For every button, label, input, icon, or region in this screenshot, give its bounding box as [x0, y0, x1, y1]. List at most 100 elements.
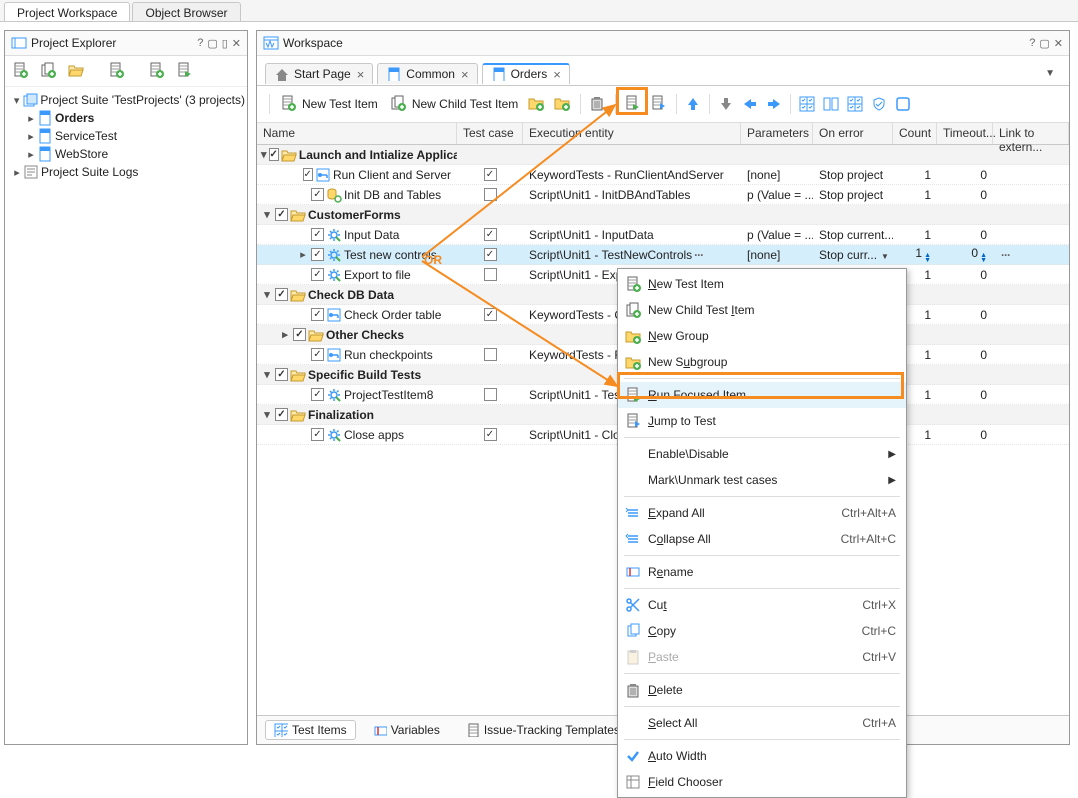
outdent-button[interactable]: [738, 93, 762, 115]
ws-close-button[interactable]: ✕: [1054, 37, 1063, 50]
count-cell[interactable]: 1: [893, 188, 937, 202]
expand-icon[interactable]: ▾: [261, 148, 267, 161]
cm-expand-all[interactable]: Expand AllCtrl+Alt+A: [618, 500, 906, 526]
col-exec[interactable]: Execution entity: [523, 123, 741, 144]
checkbox[interactable]: [275, 288, 288, 301]
help-button[interactable]: ?: [197, 37, 203, 49]
tab-start-page[interactable]: Start Page×: [265, 63, 373, 84]
checkbox[interactable]: [275, 368, 288, 381]
checkbox[interactable]: [311, 308, 324, 321]
err-cell[interactable]: Stop project: [813, 168, 893, 182]
move-up-button[interactable]: [681, 93, 705, 115]
cm-enable-disable[interactable]: Enable\Disable▶: [618, 441, 906, 467]
tree-webstore[interactable]: ▸WebStore: [7, 145, 245, 163]
exec-cell[interactable]: KeywordTests - RunClientAndServer: [523, 168, 741, 182]
count-cell[interactable]: 1: [893, 168, 937, 182]
new-item-button[interactable]: [145, 60, 169, 82]
exec-cell[interactable]: Script\Unit1 - InputData: [523, 228, 741, 242]
checkbox[interactable]: [311, 188, 324, 201]
timeout-cell[interactable]: 0: [937, 188, 993, 202]
run-page-button[interactable]: [173, 60, 197, 82]
expand-icon[interactable]: ▾: [261, 288, 273, 301]
timeout-cell[interactable]: 0: [937, 348, 993, 362]
cm-delete[interactable]: Delete: [618, 677, 906, 703]
checkbox[interactable]: [484, 248, 497, 261]
expand-icon[interactable]: ▸: [25, 112, 37, 125]
check-all-button[interactable]: [795, 93, 819, 115]
checkbox[interactable]: [484, 428, 497, 441]
cm-new-child-test-item[interactable]: New Child Test Item: [618, 297, 906, 323]
expand-icon[interactable]: ▸: [297, 248, 309, 261]
err-cell[interactable]: Stop project: [813, 188, 893, 202]
timeout-cell[interactable]: 0▲▼: [937, 246, 993, 263]
close-icon[interactable]: ×: [357, 68, 365, 81]
jump-to-test-button[interactable]: [646, 92, 672, 116]
dropdown-icon[interactable]: ▼: [881, 252, 889, 261]
count-cell[interactable]: 1▲▼: [893, 246, 937, 263]
move-down-button[interactable]: [714, 93, 738, 115]
timeout-cell[interactable]: 0: [937, 308, 993, 322]
open-button[interactable]: [65, 60, 89, 82]
tree-servicetest[interactable]: ▸ServiceTest: [7, 127, 245, 145]
checkbox[interactable]: [484, 348, 497, 361]
btab-test-items[interactable]: Test Items: [265, 720, 356, 740]
exec-cell[interactable]: Script\Unit1 - TestNewControls···: [523, 248, 741, 262]
close-button[interactable]: ✕: [232, 37, 241, 50]
expand-icon[interactable]: ▾: [261, 408, 273, 421]
checkbox[interactable]: [484, 308, 497, 321]
btab-variables[interactable]: Variables: [364, 720, 449, 740]
cm-field-chooser[interactable]: Field Chooser: [618, 769, 906, 795]
delete-button[interactable]: [585, 92, 611, 116]
new-page-button[interactable]: [9, 60, 33, 82]
checkbox[interactable]: [484, 388, 497, 401]
spinner[interactable]: ▲▼: [980, 253, 987, 263]
test-item-row[interactable]: ▸Test new controlsScript\Unit1 - TestNew…: [257, 245, 1069, 265]
err-cell[interactable]: Stop curr...▼: [813, 248, 893, 262]
timeout-cell[interactable]: 0: [937, 428, 993, 442]
checkbox[interactable]: [275, 208, 288, 221]
pin-button[interactable]: ▢: [207, 37, 217, 50]
test-item-row[interactable]: Run Client and ServerKeywordTests - RunC…: [257, 165, 1069, 185]
new-pages-button[interactable]: [37, 60, 61, 82]
expand-icon[interactable]: ▸: [25, 148, 37, 161]
col-testcase[interactable]: Test case: [457, 123, 523, 144]
new-test-item-button[interactable]: New Test Item: [274, 92, 384, 116]
cm-rename[interactable]: Rename: [618, 559, 906, 585]
ws-max-button[interactable]: ▢: [1039, 37, 1049, 50]
collapse-icon[interactable]: ▾: [11, 94, 22, 107]
count-cell[interactable]: 1: [893, 228, 937, 242]
tree-suite[interactable]: ▾Project Suite 'TestProjects' (3 project…: [7, 91, 245, 109]
square-button[interactable]: [891, 93, 915, 115]
tab-orders[interactable]: Orders×: [482, 63, 570, 84]
checkbox[interactable]: [311, 428, 324, 441]
expand-icon[interactable]: ▸: [11, 166, 23, 179]
cm-new-test-item[interactable]: New Test Item: [618, 271, 906, 297]
timeout-cell[interactable]: 0: [937, 168, 993, 182]
col-link[interactable]: Link to extern...: [993, 123, 1069, 144]
link-cell[interactable]: ···: [993, 248, 1069, 262]
col-err[interactable]: On error: [813, 123, 893, 144]
timeout-cell[interactable]: 0: [937, 388, 993, 402]
close-icon[interactable]: ×: [461, 68, 469, 81]
new-subfolder-button[interactable]: [550, 92, 576, 116]
cm-run-focused[interactable]: Run Focused Item: [618, 382, 906, 408]
new-child-test-item-button[interactable]: New Child Test Item: [384, 92, 524, 116]
tab-project-workspace[interactable]: Project Workspace: [4, 2, 130, 21]
checkbox[interactable]: [311, 248, 324, 261]
cm-auto-width[interactable]: Auto Width: [618, 743, 906, 769]
err-cell[interactable]: Stop current...: [813, 228, 893, 242]
exec-cell[interactable]: Script\Unit1 - InitDBAndTables: [523, 188, 741, 202]
checkbox[interactable]: [303, 168, 313, 181]
ellipsis-button[interactable]: ···: [694, 248, 703, 262]
cm-new-subgroup[interactable]: New Subgroup: [618, 349, 906, 375]
run-focused-button[interactable]: [620, 92, 646, 116]
cm-collapse-all[interactable]: Collapse AllCtrl+Alt+C: [618, 526, 906, 552]
close-icon[interactable]: ×: [553, 68, 561, 81]
cm-copy[interactable]: CopyCtrl+C: [618, 618, 906, 644]
cm-select-all[interactable]: Select AllCtrl+A: [618, 710, 906, 736]
expand-icon[interactable]: ▾: [261, 368, 273, 381]
test-item-row[interactable]: Init DB and TablesScript\Unit1 - InitDBA…: [257, 185, 1069, 205]
add-page-button[interactable]: [105, 60, 129, 82]
tab-object-browser[interactable]: Object Browser: [132, 2, 240, 21]
tree-orders[interactable]: ▸Orders: [7, 109, 245, 127]
